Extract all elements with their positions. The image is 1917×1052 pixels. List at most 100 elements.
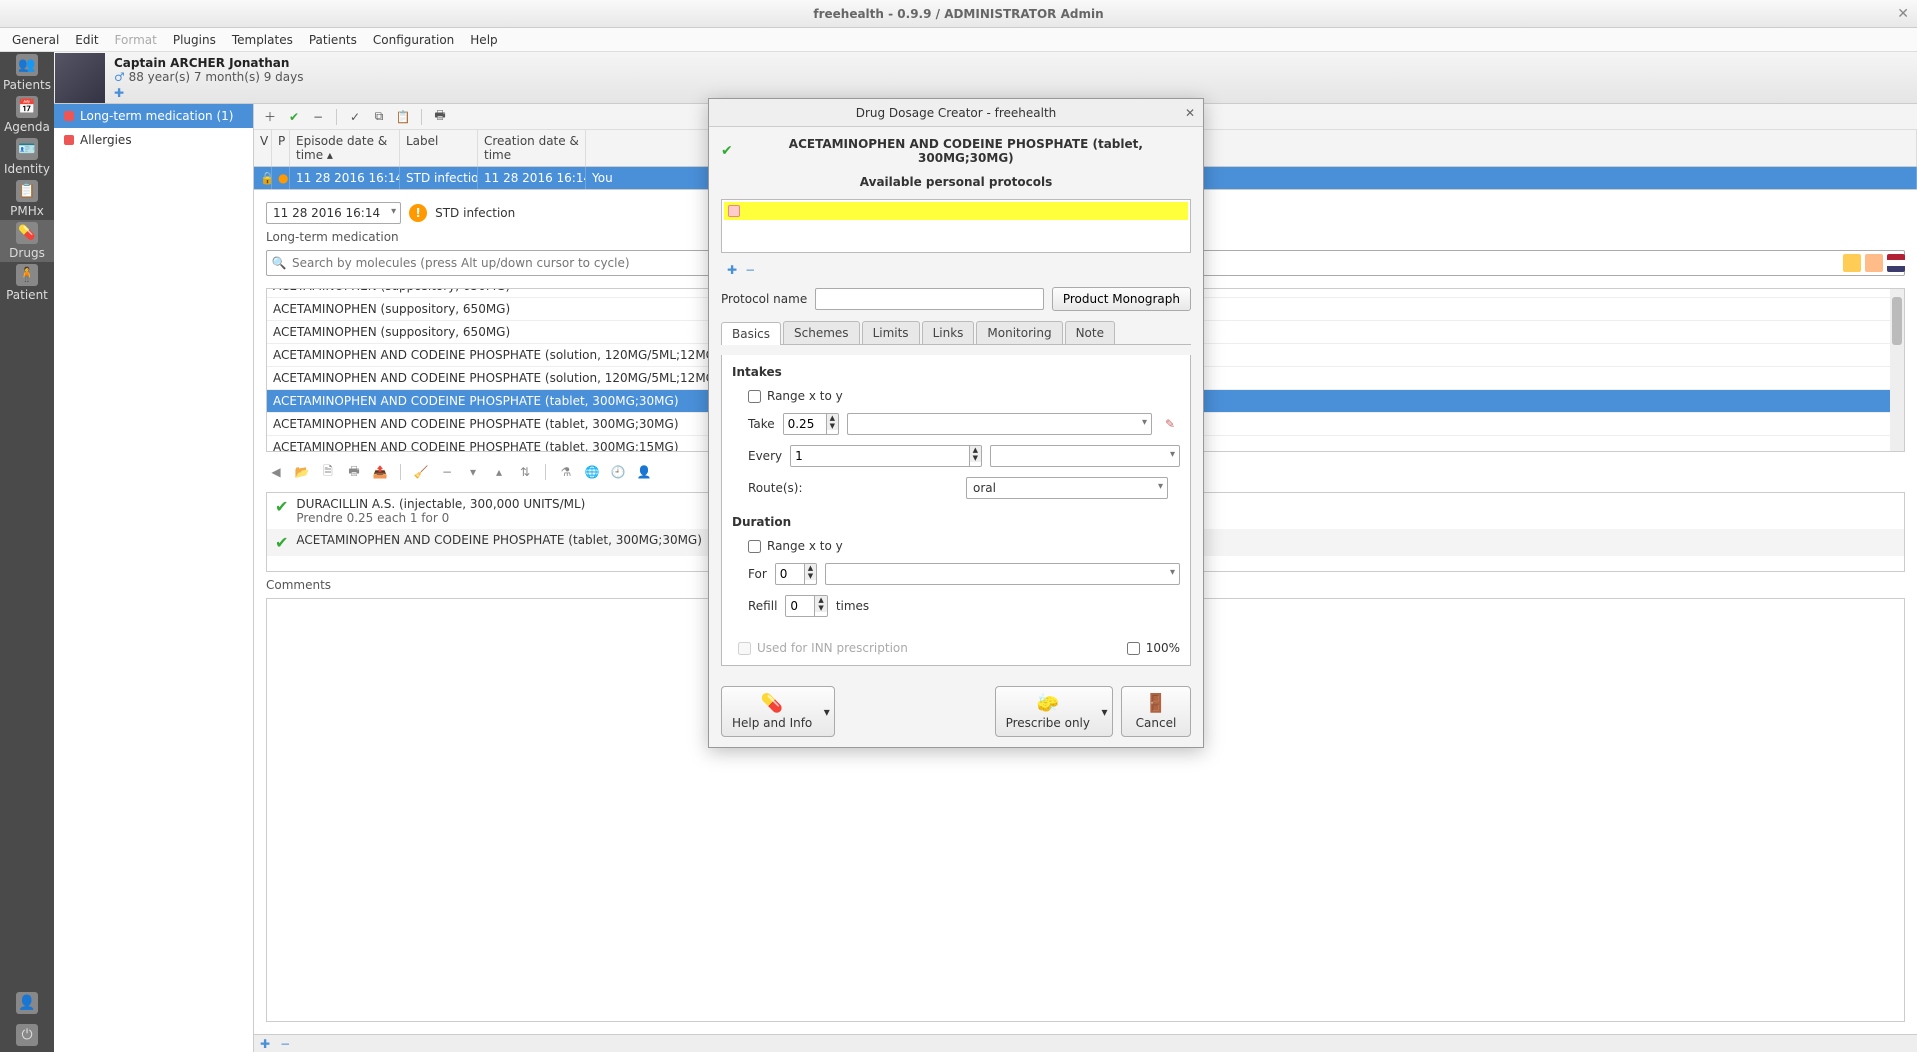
routes-combo[interactable]: oral xyxy=(966,477,1168,499)
patient-tool-icon[interactable]: 👤 xyxy=(634,462,654,482)
take-unit-combo[interactable] xyxy=(847,413,1152,435)
episode-date-selector[interactable]: 11 28 2016 16:14 xyxy=(266,202,401,224)
every-down-icon[interactable]: ▼ xyxy=(970,454,981,462)
protocol-add-icon[interactable]: ✚ xyxy=(727,263,737,277)
interaction-icon[interactable]: ⚗ xyxy=(556,462,576,482)
tab-links[interactable]: Links xyxy=(922,321,975,344)
clock-icon[interactable]: 🕘 xyxy=(608,462,628,482)
refill-up-icon[interactable]: ▲ xyxy=(815,596,826,604)
protocol-name-input[interactable] xyxy=(815,288,1044,310)
menu-edit[interactable]: Edit xyxy=(67,30,106,50)
dock-identity[interactable]: 🪪Identity xyxy=(0,136,54,178)
dock-user-icon[interactable]: 👤 xyxy=(0,988,54,1020)
pmhx-icon: 📋 xyxy=(16,180,38,202)
open-icon[interactable]: 📂 xyxy=(292,462,312,482)
protocol-list[interactable] xyxy=(721,199,1191,253)
move-up-icon[interactable]: ▴ xyxy=(489,462,509,482)
dock-patients[interactable]: 👥Patients xyxy=(0,52,54,94)
dialog-drug-name: ✔ ACETAMINOPHEN AND CODEINE PHOSPHATE (t… xyxy=(721,137,1191,165)
bottom-remove-icon[interactable]: − xyxy=(280,1037,290,1051)
product-monograph-button[interactable]: Product Monograph xyxy=(1052,287,1191,311)
col-creation-date[interactable]: Creation date & time xyxy=(478,130,586,166)
take-up-icon[interactable]: ▲ xyxy=(827,414,838,422)
remove-episode-icon[interactable]: − xyxy=(308,107,328,127)
nav-allergies[interactable]: Allergies xyxy=(54,128,253,152)
print-icon[interactable]: 🖶 xyxy=(430,107,450,127)
duration-range-checkbox[interactable]: Range x to y xyxy=(732,539,1180,553)
every-unit-combo[interactable] xyxy=(990,445,1180,467)
for-spin[interactable]: ▲▼ xyxy=(775,563,817,585)
menu-configuration[interactable]: Configuration xyxy=(365,30,462,50)
menu-templates[interactable]: Templates xyxy=(224,30,301,50)
take-input[interactable] xyxy=(784,414,826,434)
col-episode-date[interactable]: Episode date & time ▴ xyxy=(290,130,400,166)
intakes-range-checkbox[interactable]: Range x to y xyxy=(732,389,1180,403)
nav-long-term-medication[interactable]: Long-term medication (1) xyxy=(54,104,253,128)
hundred-checkbox[interactable]: 100% xyxy=(1127,641,1180,655)
tab-limits[interactable]: Limits xyxy=(862,321,920,344)
prescribe-only-button[interactable]: 🧽 Prescribe only xyxy=(995,686,1101,737)
sort-icon[interactable]: ⇅ xyxy=(515,462,535,482)
check-icon[interactable]: ✓ xyxy=(345,107,365,127)
for-down-icon[interactable]: ▼ xyxy=(805,572,816,580)
dock-pmhx[interactable]: 📋PMHx xyxy=(0,178,54,220)
globe-icon[interactable]: 🌐 xyxy=(582,462,602,482)
tab-note[interactable]: Note xyxy=(1065,321,1115,344)
intakes-range-checkbox-input[interactable] xyxy=(748,390,761,403)
clear-icon[interactable]: 🧹 xyxy=(411,462,431,482)
protocol-item-selected[interactable] xyxy=(724,202,1188,220)
copy-icon[interactable]: ⧉ xyxy=(369,107,389,127)
dock-agenda[interactable]: 📅Agenda xyxy=(0,94,54,136)
tab-basics[interactable]: Basics xyxy=(721,322,781,345)
add-episode-icon[interactable]: ＋ xyxy=(260,107,280,127)
dock-patient[interactable]: 🧍Patient xyxy=(0,262,54,304)
dialog-close-icon[interactable]: ✕ xyxy=(1185,106,1195,120)
refill-input[interactable] xyxy=(786,596,814,616)
dock-drugs[interactable]: 💊Drugs xyxy=(0,220,54,262)
help-dropdown-icon[interactable]: ▾ xyxy=(819,686,835,737)
bottom-add-icon[interactable]: ✚ xyxy=(260,1037,270,1051)
pencil-icon[interactable] xyxy=(1865,254,1883,272)
help-and-info-button[interactable]: 💊 Help and Info xyxy=(721,686,823,737)
hundred-checkbox-input[interactable] xyxy=(1127,642,1140,655)
take-edit-icon[interactable]: ✎ xyxy=(1160,414,1180,434)
menu-help[interactable]: Help xyxy=(462,30,505,50)
dock-power-icon[interactable]: ⏻ xyxy=(0,1020,54,1052)
for-input[interactable] xyxy=(776,564,804,584)
every-input[interactable] xyxy=(791,446,969,466)
remove-line-icon[interactable]: − xyxy=(437,462,457,482)
paste-icon[interactable]: 📋 xyxy=(393,107,413,127)
window-close-icon[interactable]: ✕ xyxy=(1897,6,1909,22)
export-icon[interactable]: 📤 xyxy=(370,462,390,482)
for-up-icon[interactable]: ▲ xyxy=(805,564,816,572)
save-template-icon[interactable]: 🗎 xyxy=(318,462,338,482)
every-up-icon[interactable]: ▲ xyxy=(970,446,981,454)
tab-monitoring[interactable]: Monitoring xyxy=(976,321,1062,344)
col-label[interactable]: Label xyxy=(400,130,478,166)
menu-patients[interactable]: Patients xyxy=(301,30,365,50)
scrollbar[interactable] xyxy=(1890,289,1904,451)
print-rx-icon[interactable]: 🖶 xyxy=(344,462,364,482)
refill-down-icon[interactable]: ▼ xyxy=(815,604,826,612)
prescribe-dropdown-icon[interactable]: ▾ xyxy=(1097,686,1113,737)
menu-general[interactable]: General xyxy=(4,30,67,50)
every-spin[interactable]: ▲▼ xyxy=(790,445,982,467)
protocol-remove-icon[interactable]: − xyxy=(745,263,755,277)
refill-spin[interactable]: ▲▼ xyxy=(785,595,827,617)
patient-add-icon[interactable]: ✚ xyxy=(114,86,303,100)
col-v[interactable]: V xyxy=(254,130,272,166)
for-unit-combo[interactable] xyxy=(825,563,1180,585)
cancel-button[interactable]: 🚪 Cancel xyxy=(1121,686,1191,737)
take-down-icon[interactable]: ▼ xyxy=(827,422,838,430)
scrollbar-thumb[interactable] xyxy=(1892,297,1902,345)
back-icon[interactable]: ◀ xyxy=(266,462,286,482)
flag-us-icon[interactable] xyxy=(1887,254,1905,272)
col-p[interactable]: P xyxy=(272,130,290,166)
duration-range-checkbox-input[interactable] xyxy=(748,540,761,553)
move-down-icon[interactable]: ▾ xyxy=(463,462,483,482)
menu-plugins[interactable]: Plugins xyxy=(165,30,224,50)
validate-episode-icon[interactable]: ✔ xyxy=(284,107,304,127)
tab-schemes[interactable]: Schemes xyxy=(783,321,860,344)
edit-tool-icon[interactable] xyxy=(1843,254,1861,272)
take-spin[interactable]: ▲▼ xyxy=(783,413,839,435)
